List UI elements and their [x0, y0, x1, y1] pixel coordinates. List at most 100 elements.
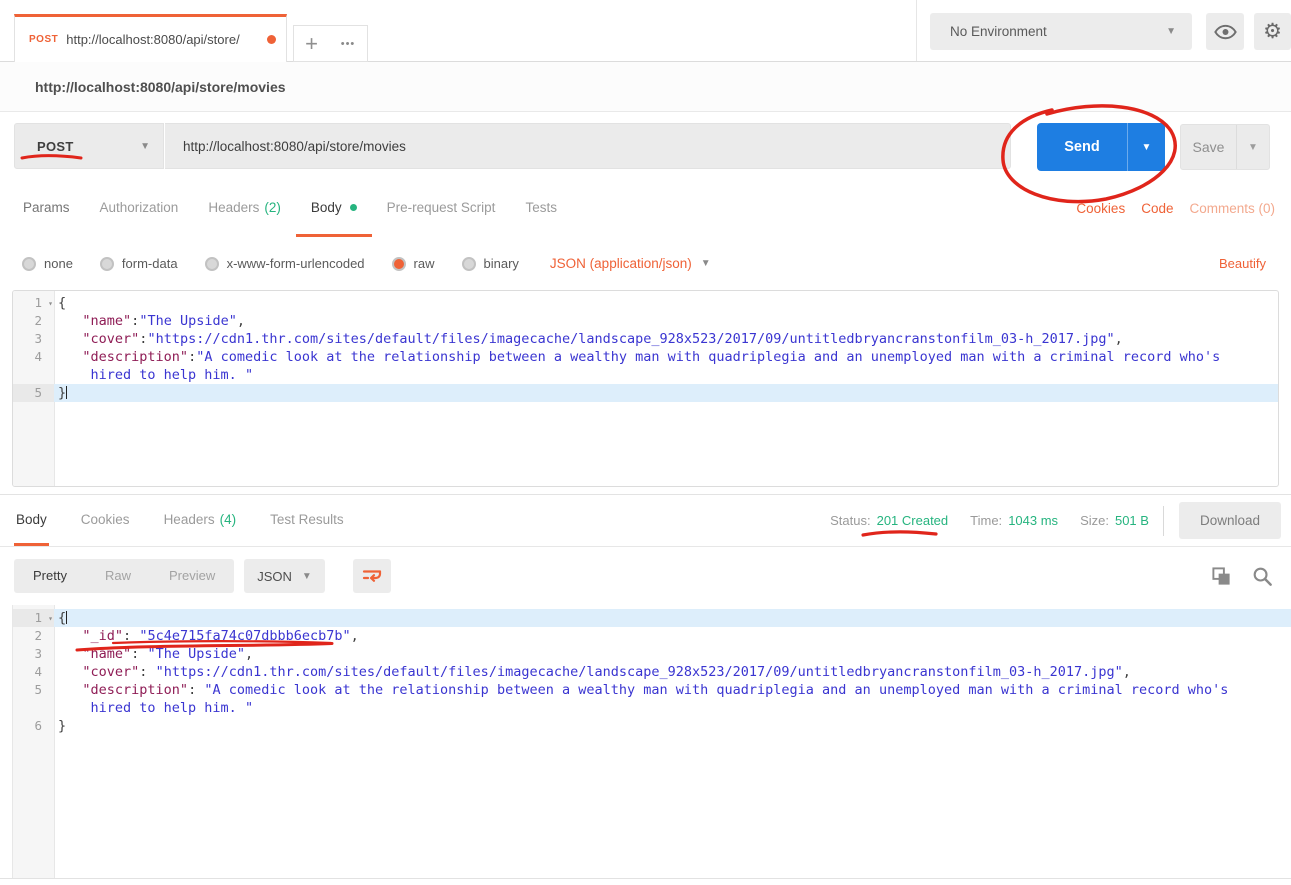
- text-cursor: [66, 386, 67, 399]
- save-label: Save: [1193, 139, 1225, 155]
- settings-button[interactable]: ⚙: [1254, 13, 1291, 50]
- new-tab-button[interactable]: +: [293, 25, 330, 62]
- line-number: 5: [13, 681, 54, 699]
- chevron-down-icon: ▼: [701, 258, 711, 269]
- code-content: "name": "The Upside",: [54, 645, 1291, 663]
- body-mode-row: none form-data x-www-form-urlencoded raw bin…: [0, 237, 1291, 290]
- environment-quicklook-button[interactable]: [1206, 13, 1244, 50]
- response-icons: [1211, 566, 1291, 587]
- url-input[interactable]: [165, 139, 1010, 154]
- body-mode-binary[interactable]: binary: [462, 256, 519, 271]
- tab-bar: POST http://localhost:8080/api/store/ + …: [0, 0, 1291, 62]
- word-wrap-button[interactable]: [353, 559, 391, 593]
- line-number: 3: [13, 645, 54, 663]
- ellipsis-icon: •••: [341, 38, 356, 50]
- section-divider: [0, 487, 1291, 495]
- mode-label: form-data: [122, 256, 178, 271]
- download-label: Download: [1200, 513, 1260, 528]
- tab-label: Raw: [105, 568, 131, 583]
- search-icon[interactable]: [1252, 566, 1273, 587]
- view-mode-pretty[interactable]: Pretty: [14, 559, 86, 593]
- chevron-down-icon: ▼: [1166, 26, 1176, 37]
- vertical-divider: [1163, 506, 1164, 536]
- time-value: 1043 ms: [1008, 513, 1058, 528]
- response-tab-test-results[interactable]: Test Results: [268, 495, 346, 546]
- content-type-label: JSON (application/json): [550, 256, 692, 271]
- cookies-link[interactable]: Cookies: [1076, 201, 1125, 216]
- tab-label: Params: [23, 200, 70, 215]
- status-label: Status:: [830, 513, 870, 528]
- radio-icon: [462, 257, 476, 271]
- size-value: 501 B: [1115, 513, 1149, 528]
- code-line: 2 "name":"The Upside",: [13, 312, 1278, 330]
- code-content: "name":"The Upside",: [54, 312, 1278, 330]
- response-tab-headers[interactable]: Headers(4): [162, 495, 239, 546]
- tab-method-badge: POST: [29, 34, 58, 45]
- environment-selector[interactable]: No Environment ▼: [930, 13, 1192, 50]
- request-name-bar: http://localhost:8080/api/store/movies: [0, 62, 1291, 112]
- fold-caret-icon: ▾: [48, 610, 53, 628]
- body-mode-x-www-form-urlencoded[interactable]: x-www-form-urlencoded: [205, 256, 365, 271]
- body-mode-list: none form-data x-www-form-urlencoded raw bin…: [22, 256, 519, 271]
- response-tab-body[interactable]: Body: [14, 495, 49, 546]
- code-content: {: [54, 294, 1278, 312]
- request-tab-pre-request-script[interactable]: Pre-request Script: [372, 180, 511, 237]
- method-label: POST: [37, 139, 74, 154]
- send-options-button[interactable]: ▼: [1127, 123, 1165, 171]
- request-tabs-list: Params AuthorizationHeaders(2)BodyPre-req…: [8, 180, 572, 237]
- request-tab-tests[interactable]: Tests: [510, 180, 572, 237]
- header-divider: [916, 0, 917, 61]
- response-tab-cookies[interactable]: Cookies: [79, 495, 132, 546]
- save-button[interactable]: Save: [1181, 125, 1236, 169]
- line-number: 6: [13, 717, 54, 735]
- tab-label: Preview: [169, 568, 215, 583]
- code-line: 1▾{: [13, 609, 1291, 627]
- download-button[interactable]: Download: [1179, 502, 1281, 539]
- content-type-selector[interactable]: JSON (application/json) ▼: [550, 256, 711, 271]
- tab-url-label: http://localhost:8080/api/store/: [66, 32, 261, 47]
- comments-link[interactable]: Comments (0): [1189, 201, 1275, 216]
- copy-icon[interactable]: [1211, 566, 1232, 587]
- mode-label: raw: [414, 256, 435, 271]
- tab-label: Headers: [208, 200, 259, 215]
- environment-label: No Environment: [950, 24, 1047, 39]
- size-label: Size:: [1080, 513, 1109, 528]
- line-number: 3: [13, 330, 54, 348]
- postman-window: POST http://localhost:8080/api/store/ + …: [0, 0, 1291, 884]
- code-content: hired to help him. ": [54, 699, 1291, 717]
- body-mode-raw[interactable]: raw: [392, 256, 435, 271]
- request-tab-authorization[interactable]: Authorization: [85, 180, 194, 237]
- request-tab-header[interactable]: POST http://localhost:8080/api/store/: [14, 14, 287, 62]
- body-mode-form-data[interactable]: form-data: [100, 256, 178, 271]
- code-content: hired to help him. ": [54, 366, 1278, 384]
- fold-caret-icon: ▾: [48, 295, 53, 313]
- send-button-group: Send ▼: [1037, 123, 1165, 171]
- line-number: 4: [13, 663, 54, 681]
- line-number: 5: [13, 384, 54, 402]
- request-tabs: Params AuthorizationHeaders(2)BodyPre-req…: [0, 180, 1291, 237]
- body-mode-none[interactable]: none: [22, 256, 73, 271]
- request-tab-body[interactable]: Body: [296, 180, 372, 237]
- tab-label: Cookies: [81, 512, 130, 527]
- code-link[interactable]: Code: [1141, 201, 1173, 216]
- method-selector[interactable]: POST ▼: [14, 123, 164, 169]
- mode-label: binary: [484, 256, 519, 271]
- line-number: 1▾: [13, 609, 54, 627]
- request-tab-params[interactable]: Params: [8, 180, 85, 237]
- plus-icon: +: [305, 31, 318, 57]
- save-options-button[interactable]: ▼: [1236, 125, 1269, 169]
- chevron-down-icon: ▼: [140, 141, 150, 152]
- more-tabs-button[interactable]: •••: [329, 25, 368, 62]
- request-body-editor[interactable]: 1▾{2 "name":"The Upside",3 "cover":"http…: [12, 290, 1279, 487]
- line-number: [13, 366, 54, 384]
- response-format-selector[interactable]: JSON ▼: [244, 559, 325, 593]
- beautify-link[interactable]: Beautify: [1219, 256, 1291, 271]
- response-tabs-list: Body Cookies Headers(4) Test Results: [14, 495, 376, 546]
- send-button[interactable]: Send: [1037, 123, 1127, 171]
- request-tab-headers[interactable]: Headers(2): [193, 180, 296, 237]
- tab-label: Test Results: [270, 512, 344, 527]
- response-body-editor[interactable]: 1▾{2 "_id": "5c4e715fa74c07dbbb6ecb7b",3…: [12, 605, 1291, 878]
- view-mode-raw[interactable]: Raw: [86, 559, 150, 593]
- line-number: 2: [13, 312, 54, 330]
- view-mode-preview[interactable]: Preview: [150, 559, 234, 593]
